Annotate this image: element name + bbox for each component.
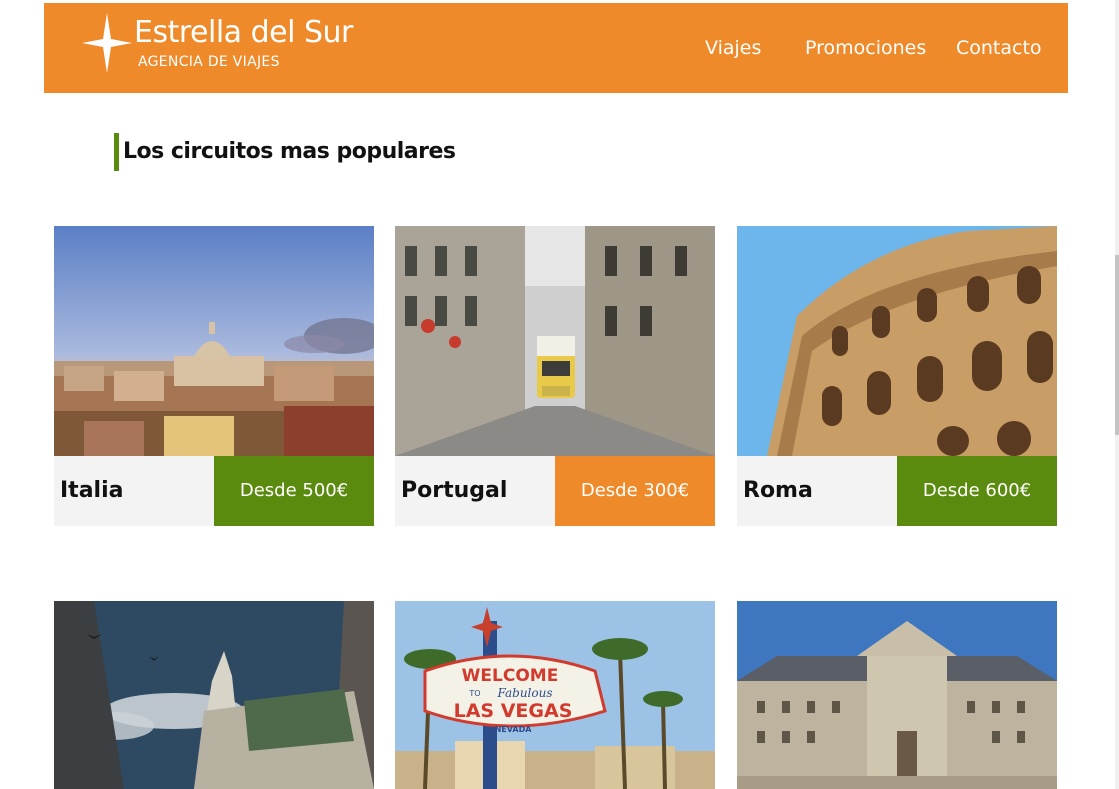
brand-logo[interactable]: Estrella del Sur AGENCIA DE VIAJES (82, 11, 382, 81)
vegas-welcome-text: WELCOME (462, 666, 559, 686)
price-button[interactable]: Desde 500€ (214, 456, 374, 526)
vegas-state-text: NEVADA (495, 725, 533, 734)
colosseum-photo (737, 226, 1057, 456)
rome-skyline-photo (54, 226, 374, 456)
price-button[interactable]: Desde 300€ (555, 456, 715, 526)
vegas-to-text: TO (468, 689, 480, 698)
brand-name: Estrella del Sur (134, 15, 353, 50)
nav-link-contacto[interactable]: Contacto (956, 37, 1042, 59)
las-vegas-sign-photo: WELCOME TO Fabulous LAS VEGAS NEVADA (395, 601, 715, 789)
star-icon (82, 13, 132, 73)
destination-name: Italia (60, 478, 124, 503)
scrollbar-thumb[interactable] (1115, 255, 1119, 435)
nav-link-promociones[interactable]: Promociones (805, 37, 926, 59)
vienna-cathedral-photo (54, 601, 374, 789)
vegas-city-text: LAS VEGAS (454, 700, 573, 722)
destination-name: Roma (743, 478, 813, 503)
lisbon-tram-photo (395, 226, 715, 456)
destination-name: Portugal (401, 478, 508, 503)
scrollbar[interactable] (1115, 0, 1119, 789)
brand-tagline: AGENCIA DE VIAJES (138, 54, 280, 70)
nav-link-viajes[interactable]: Viajes (705, 37, 761, 59)
el-escorial-photo (737, 601, 1057, 789)
card-footer: Italia Desde 500€ (54, 456, 374, 526)
price-button[interactable]: Desde 600€ (897, 456, 1057, 526)
card-footer: Portugal Desde 300€ (395, 456, 715, 526)
site-header: Estrella del Sur AGENCIA DE VIAJES Viaje… (44, 3, 1068, 93)
section-title: Los circuitos mas populares (114, 133, 456, 171)
card-footer: Roma Desde 600€ (737, 456, 1057, 526)
vegas-fabulous-text: Fabulous (496, 686, 552, 700)
